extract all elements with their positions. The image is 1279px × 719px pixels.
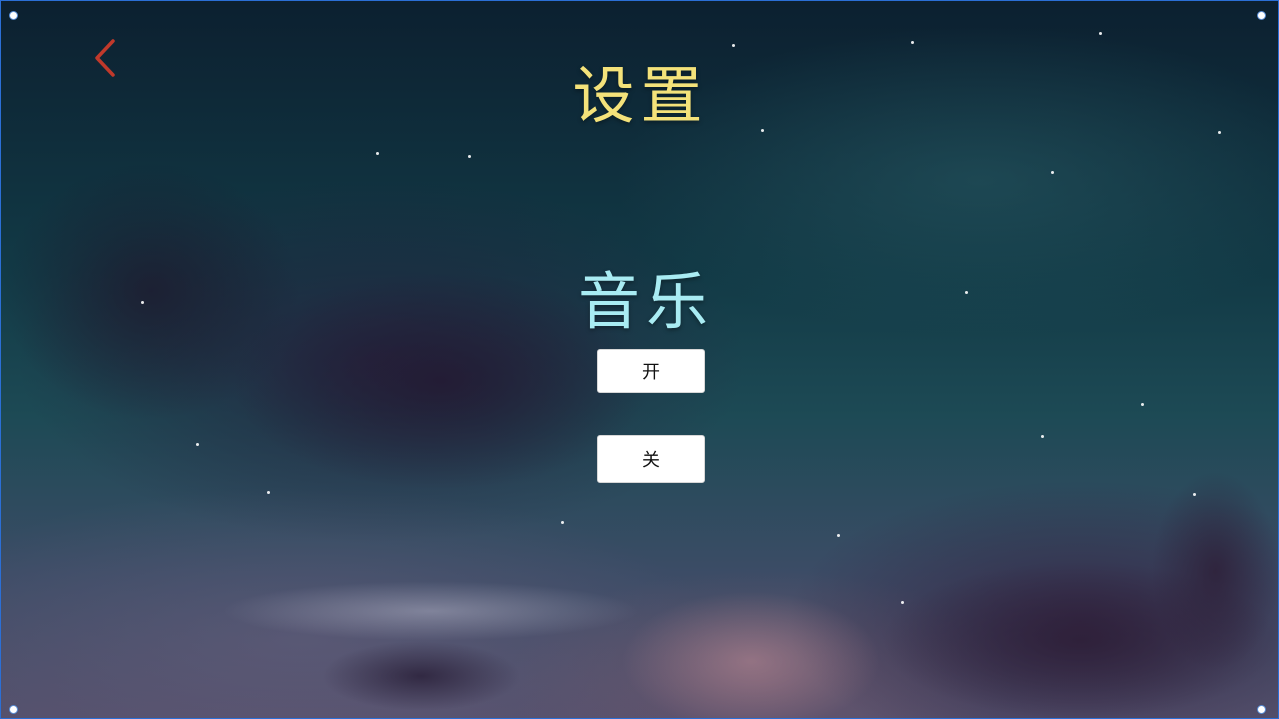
star: [837, 534, 840, 537]
background-cloud: [221, 581, 641, 641]
star: [267, 491, 270, 494]
star: [1193, 493, 1196, 496]
background-cloud: [321, 641, 521, 711]
music-label: 音乐: [577, 265, 714, 338]
star: [468, 155, 471, 158]
background-cloud: [621, 591, 881, 718]
star: [376, 152, 379, 155]
star: [911, 41, 914, 44]
star: [1099, 32, 1102, 35]
frame-handle: [9, 11, 18, 20]
star: [196, 443, 199, 446]
music-on-button[interactable]: 开: [597, 349, 705, 393]
frame-handle: [9, 705, 18, 714]
star: [901, 601, 904, 604]
music-off-label: 关: [642, 450, 660, 471]
star: [1041, 435, 1044, 438]
page-title: 设置: [572, 59, 709, 132]
star: [1051, 171, 1054, 174]
background-cloud: [1151, 471, 1278, 671]
music-off-button[interactable]: 关: [597, 435, 705, 483]
star: [1141, 403, 1144, 406]
star: [561, 521, 564, 524]
frame-handle: [1257, 705, 1266, 714]
music-on-label: 开: [642, 362, 660, 383]
settings-screen: 设置 音乐 开 关: [0, 0, 1279, 719]
frame-handle: [1257, 11, 1266, 20]
background-cloud: [881, 561, 1278, 718]
